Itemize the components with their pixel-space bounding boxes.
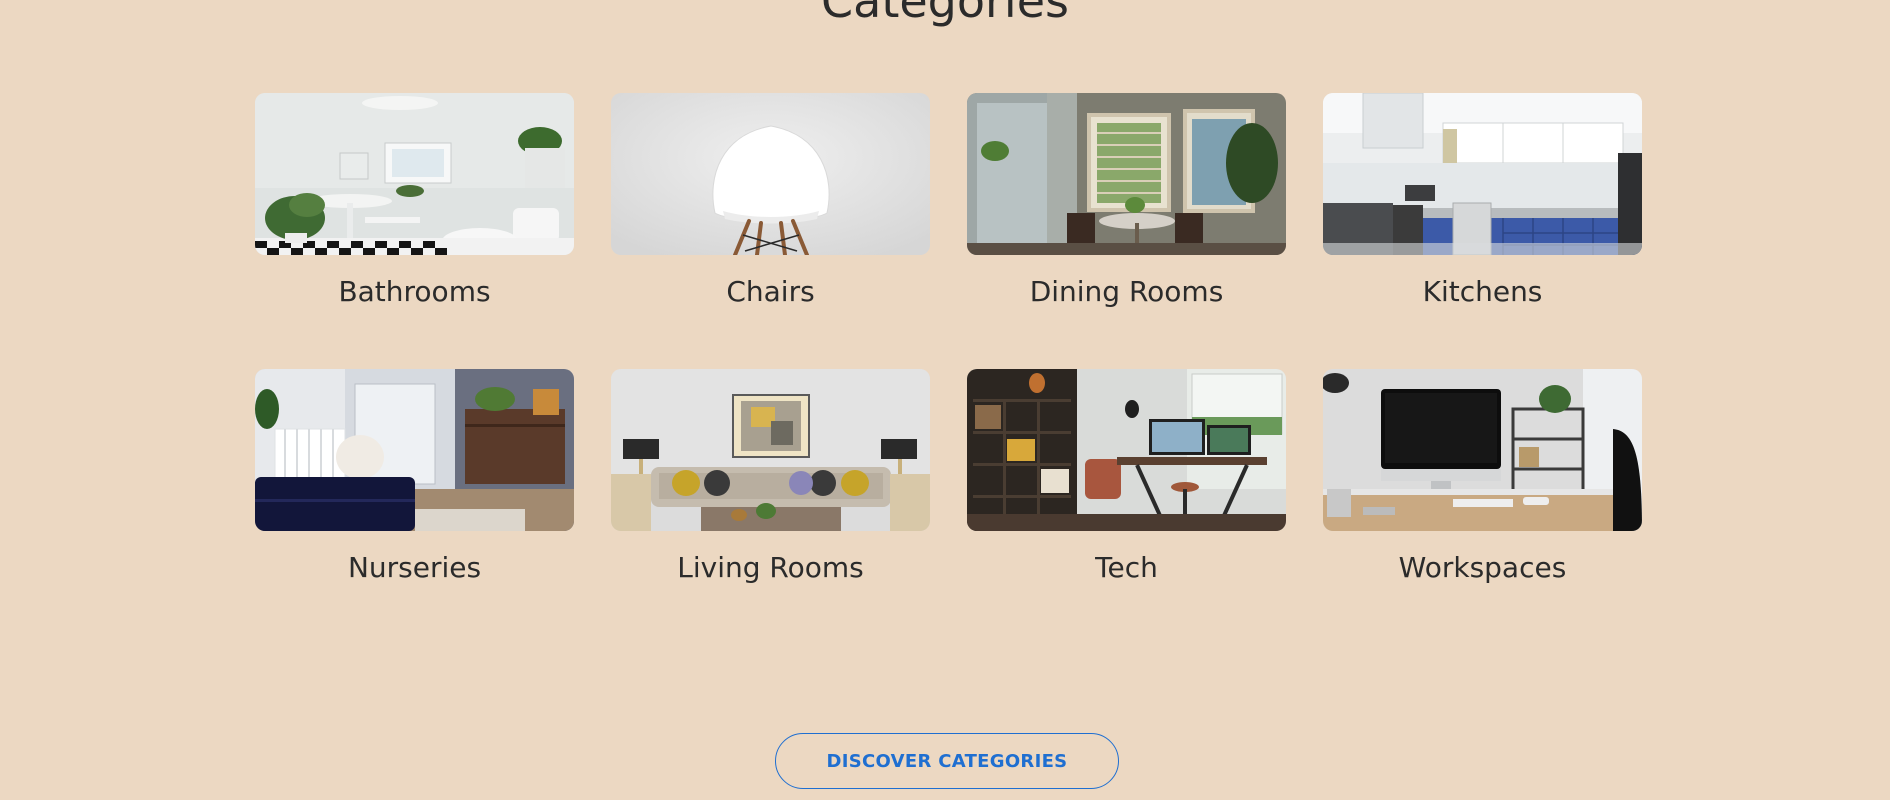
category-label-bathrooms[interactable]: Bathrooms bbox=[338, 275, 490, 309]
category-card-chairs[interactable]: Chairs bbox=[611, 93, 930, 309]
category-image-dining-rooms[interactable] bbox=[967, 93, 1286, 255]
category-image-chairs[interactable] bbox=[611, 93, 930, 255]
category-label-nurseries[interactable]: Nurseries bbox=[348, 551, 481, 585]
kitchen-photo bbox=[1323, 93, 1642, 255]
category-label-chairs[interactable]: Chairs bbox=[726, 275, 814, 309]
workspace-photo bbox=[1323, 368, 1642, 531]
discover-categories-button[interactable]: DISCOVER CATEGORIES bbox=[775, 733, 1119, 789]
dining-room-photo bbox=[967, 93, 1286, 255]
category-label-kitchens[interactable]: Kitchens bbox=[1423, 275, 1543, 309]
living-room-photo bbox=[611, 368, 930, 531]
categories-grid: Bathrooms Chairs Dining Rooms Kitchens N… bbox=[255, 93, 1643, 584]
section-title: Categories bbox=[821, 0, 1069, 28]
category-image-living-rooms[interactable] bbox=[611, 368, 930, 531]
category-image-nurseries[interactable] bbox=[255, 368, 574, 531]
category-card-nurseries[interactable]: Nurseries bbox=[255, 368, 574, 585]
category-card-kitchens[interactable]: Kitchens bbox=[1323, 93, 1642, 309]
category-card-living-rooms[interactable]: Living Rooms bbox=[611, 368, 930, 585]
category-label-dining-rooms[interactable]: Dining Rooms bbox=[1030, 275, 1224, 309]
category-image-bathrooms[interactable] bbox=[255, 93, 574, 255]
category-label-tech[interactable]: Tech bbox=[1095, 551, 1158, 585]
category-image-tech[interactable] bbox=[967, 368, 1286, 531]
category-image-workspaces[interactable] bbox=[1323, 368, 1642, 531]
tech-desk-photo bbox=[967, 368, 1286, 531]
category-image-kitchens[interactable] bbox=[1323, 93, 1642, 255]
nursery-photo bbox=[255, 368, 574, 531]
category-card-tech[interactable]: Tech bbox=[967, 368, 1286, 585]
bathroom-photo bbox=[255, 93, 574, 255]
category-card-dining-rooms[interactable]: Dining Rooms bbox=[967, 93, 1286, 309]
white-chair-photo bbox=[611, 93, 930, 255]
category-card-bathrooms[interactable]: Bathrooms bbox=[255, 93, 574, 309]
category-label-workspaces[interactable]: Workspaces bbox=[1399, 551, 1567, 585]
category-card-workspaces[interactable]: Workspaces bbox=[1323, 368, 1642, 585]
category-label-living-rooms[interactable]: Living Rooms bbox=[677, 551, 863, 585]
